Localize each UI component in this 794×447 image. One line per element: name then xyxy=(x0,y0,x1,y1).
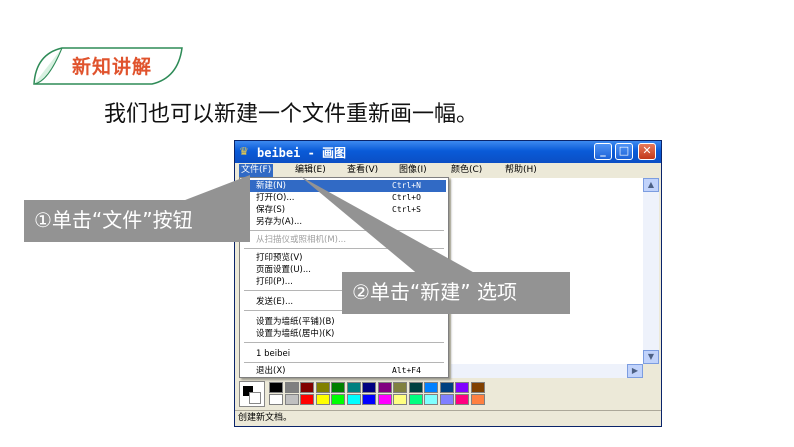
callout-step-1: ①单击“文件”按钮 xyxy=(24,200,250,242)
callout-2-pointer xyxy=(300,176,480,276)
callout-1-pointer xyxy=(180,175,250,202)
callout-step-2: ②单击“新建” 选项 xyxy=(342,272,570,314)
